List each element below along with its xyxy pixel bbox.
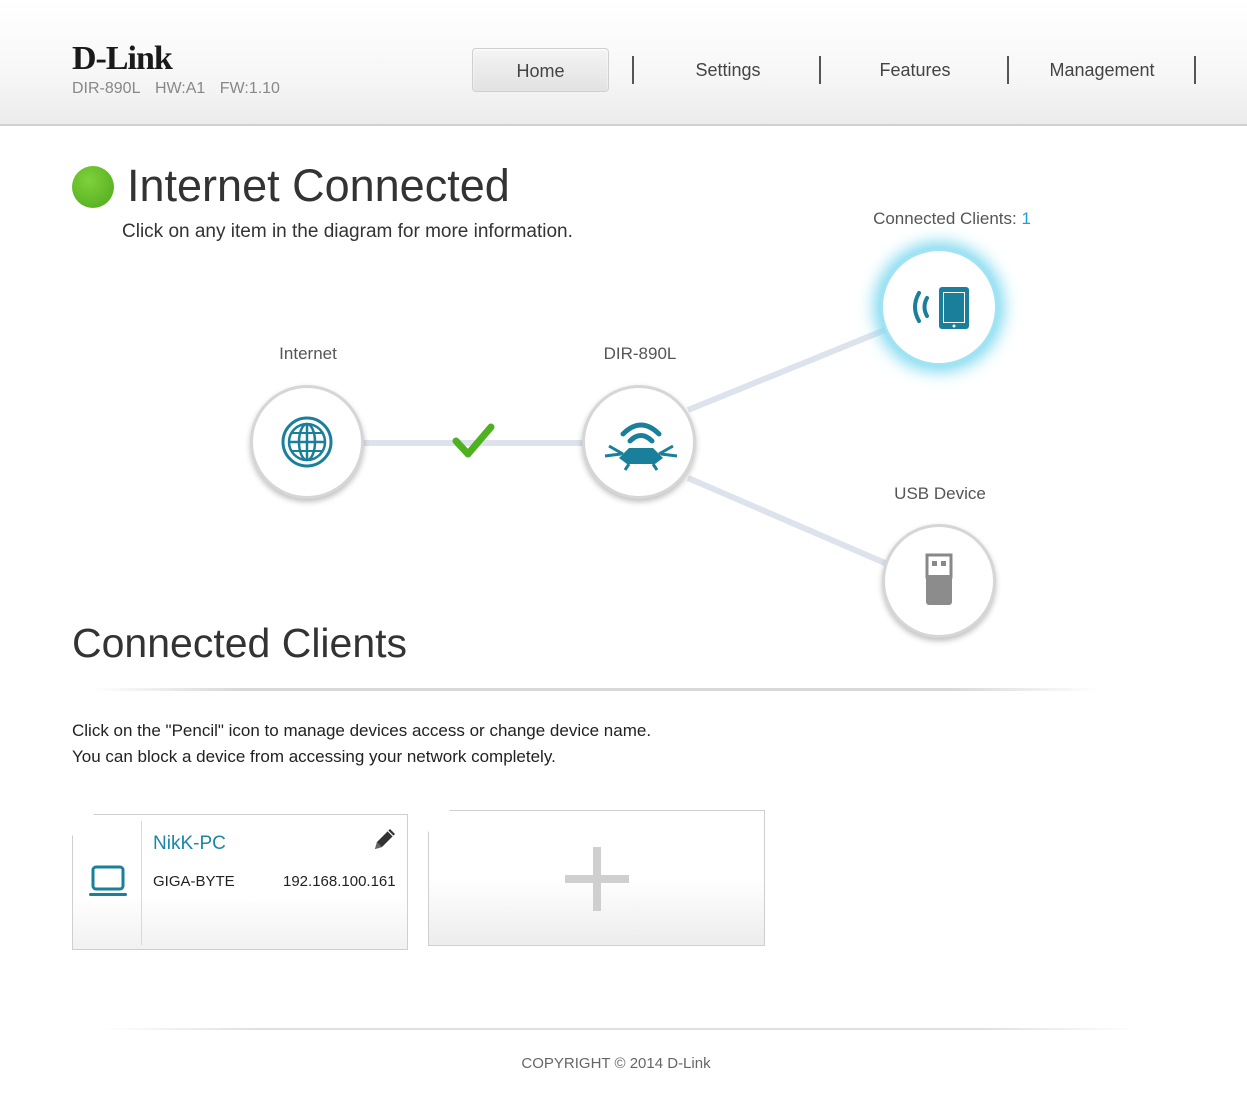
pencil-icon[interactable] [371,825,399,853]
section-divider [90,688,1100,691]
copyright-text: COPYRIGHT © 2014 D-Link [521,1055,711,1072]
clients-node[interactable] [880,248,998,366]
usb-drive-icon [925,553,953,605]
usb-node[interactable] [882,524,996,638]
plus-icon-horizontal [565,875,629,883]
router-usb-link [686,475,887,566]
card-corner-fold [72,814,94,836]
internet-node[interactable] [250,385,364,499]
card-corner-fold [428,810,450,832]
router-client-link [686,327,887,413]
internet-label: Internet [279,344,337,363]
globe-icon [281,416,333,468]
diagram-connections [360,327,887,566]
section-title: Connected Clients [72,620,408,666]
laptop-icon [89,865,127,896]
clients-label: Connected Clients: 1 [862,209,1042,229]
client-ip: 192.168.100.161 [283,873,396,890]
clients-label-text: Connected Clients: [873,209,1017,228]
tablet-wireless-icon [913,287,969,329]
help-text-pencil: Click on the "Pencil" icon to manage dev… [72,721,652,740]
footer-divider [100,1028,1140,1030]
client-vendor: GIGA-BYTE [153,873,235,890]
router-icon [604,422,678,471]
add-client-card[interactable] [428,810,765,946]
card-divider [141,821,142,945]
network-diagram: Internet DIR-890L Connected Clients: 1 U… [0,0,1247,660]
client-name: NikK-PC [153,833,226,854]
router-node[interactable] [582,385,696,499]
help-text-block: You can block a device from accessing yo… [72,747,556,766]
client-card[interactable]: NikK-PC GIGA-BYTE 192.168.100.161 [72,814,408,950]
clients-count: 1 [1021,209,1031,228]
usb-label: USB Device [894,484,986,503]
router-label: DIR-890L [603,344,677,363]
